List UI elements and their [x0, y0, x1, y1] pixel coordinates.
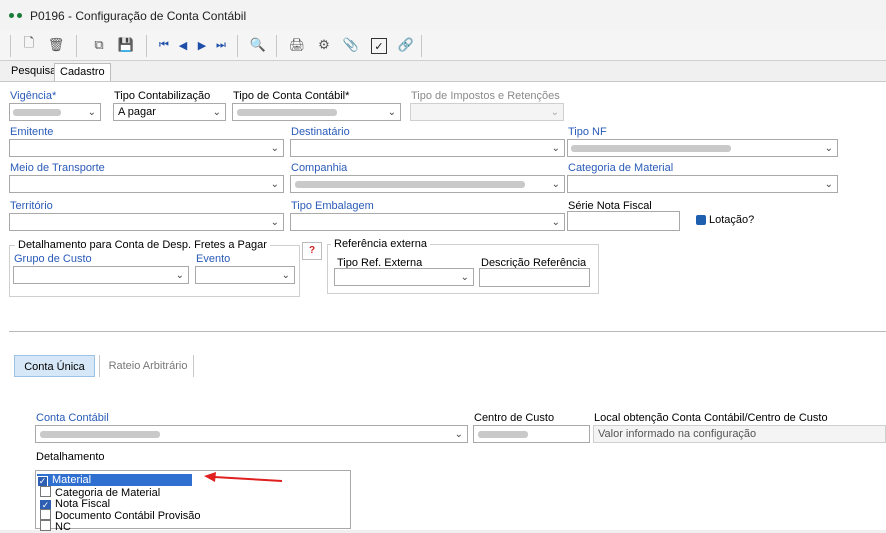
settings-icon[interactable]: ⚙ — [314, 35, 334, 55]
lotacao-label: Lotação? — [709, 214, 755, 226]
tipo-contabilizacao-select[interactable]: A pagar ⌄ — [113, 103, 226, 121]
window-status-dot — [9, 13, 14, 18]
detalhamento-label: Detalhamento — [36, 451, 105, 463]
companhia-select[interactable]: ⌄ — [290, 175, 565, 193]
checkbox-unchecked[interactable] — [40, 486, 51, 497]
tab-conta-unica[interactable]: Conta Única — [14, 355, 95, 377]
local-obtencao-field: Valor informado na configuração — [593, 425, 886, 443]
evento-select[interactable]: ⌄ — [195, 266, 295, 284]
tipo-embalagem-label: Tipo Embalagem — [291, 200, 374, 212]
emitente-label: Emitente — [10, 126, 54, 138]
tab-cadastro[interactable]: Cadastro — [54, 63, 111, 81]
meio-transporte-select[interactable]: ⌄ — [9, 175, 284, 193]
help-button[interactable]: ? — [302, 242, 322, 260]
grupo-custo-label: Grupo de Custo — [14, 253, 92, 265]
new-document-icon[interactable]: 🗋 — [19, 35, 39, 55]
referencia-externa-title: Referência externa — [331, 238, 430, 250]
detalhamento-item-nc[interactable]: NC — [40, 520, 71, 533]
checkbox-unchecked[interactable] — [40, 520, 51, 531]
toolbar-separator — [76, 35, 77, 57]
tipo-conta-contabil-label: Tipo de Conta Contábil* — [233, 90, 350, 102]
descricao-referencia-input[interactable] — [479, 268, 590, 287]
checkbox-icon[interactable]: ✓ — [371, 38, 387, 54]
detalhamento-item-label: NC — [55, 521, 71, 533]
link-icon[interactable]: 🔗 — [396, 35, 416, 55]
vigencia-label: Vigência* — [10, 90, 57, 102]
tab-rateio-arbitrario[interactable]: Rateio Arbitrário — [106, 355, 190, 377]
previous-record-icon[interactable]: ◀ — [173, 35, 193, 55]
last-record-icon[interactable]: ⏭ — [211, 35, 231, 55]
checkbox-unchecked[interactable] — [40, 509, 51, 520]
detalhamento-item-label: Material — [52, 474, 92, 486]
emitente-select[interactable]: ⌄ — [9, 139, 284, 157]
toolbar-separator — [421, 35, 422, 57]
tipo-conta-contabil-select[interactable]: ⌄ — [232, 103, 401, 121]
print-icon[interactable]: 🖨 — [287, 35, 307, 55]
tipo-nf-label: Tipo NF — [568, 126, 607, 138]
toolbar-separator — [276, 35, 277, 57]
first-record-icon[interactable]: ⏮ — [154, 35, 174, 55]
tipo-ref-externa-select[interactable]: ⌄ — [334, 268, 474, 286]
window-status-dot — [17, 13, 22, 18]
annotation-arrow-icon — [204, 472, 283, 482]
detalhamento-item-label: Documento Contábil Provisão — [55, 510, 201, 522]
search-record-icon[interactable]: 🔍 — [248, 35, 268, 55]
save-icon[interactable]: 💾 — [116, 35, 136, 55]
tab-separator — [193, 355, 194, 377]
attach-icon[interactable]: 📎 — [341, 35, 361, 55]
local-obtencao-value: Valor informado na configuração — [598, 428, 757, 440]
destinatario-label: Destinatário — [291, 126, 350, 138]
tab-pesquisa[interactable]: Pesquisa — [6, 63, 61, 80]
destinatario-select[interactable]: ⌄ — [290, 139, 565, 157]
centro-custo-label: Centro de Custo — [474, 412, 555, 424]
toolbar-separator — [10, 35, 11, 57]
conta-contabil-select[interactable]: ⌄ — [35, 425, 468, 443]
tipo-impostos-select[interactable]: ⌄ — [410, 103, 564, 121]
copy-icon[interactable]: ⧉ — [89, 35, 109, 55]
lotacao-toggle[interactable] — [696, 215, 706, 225]
conta-contabil-label: Conta Contábil — [36, 412, 109, 424]
territorio-label: Território — [10, 200, 53, 212]
window-title: P0196 - Configuração de Conta Contábil — [30, 9, 247, 23]
vigencia-select[interactable]: ⌄ — [9, 103, 101, 121]
categoria-material-select[interactable]: ⌄ — [567, 175, 838, 193]
territorio-select[interactable]: ⌄ — [9, 213, 284, 231]
local-obtencao-label: Local obtenção Conta Contábil/Centro de … — [594, 412, 828, 424]
companhia-label: Companhia — [291, 162, 348, 174]
toolbar-separator — [146, 35, 147, 57]
centro-custo-input[interactable] — [473, 425, 590, 443]
detalhamento-fretes-title: Detalhamento para Conta de Desp. Fretes … — [15, 239, 270, 251]
tipo-contabilizacao-label: Tipo Contabilização — [114, 90, 211, 102]
next-record-icon[interactable]: ▶ — [192, 35, 212, 55]
tipo-nf-select[interactable]: ⌄ — [567, 139, 838, 157]
delete-icon[interactable]: 🗑 — [46, 35, 66, 55]
serie-nf-input[interactable] — [567, 211, 680, 231]
categoria-material-label: Categoria de Material — [568, 162, 674, 174]
meio-transporte-label: Meio de Transporte — [10, 162, 105, 174]
detalhamento-item-categoria[interactable]: Categoria de Material — [40, 486, 160, 499]
tipo-impostos-label: Tipo de Impostos e Retenções — [411, 90, 560, 102]
toolbar-separator — [237, 35, 238, 57]
tab-separator — [99, 355, 100, 377]
tipo-embalagem-select[interactable]: ⌄ — [290, 213, 565, 231]
tipo-contabilizacao-value: A pagar — [118, 106, 156, 118]
grupo-custo-select[interactable]: ⌄ — [13, 266, 189, 284]
detalhamento-item-material[interactable]: ✓ Material — [37, 474, 192, 487]
section-divider — [9, 331, 886, 332]
evento-label: Evento — [196, 253, 231, 265]
